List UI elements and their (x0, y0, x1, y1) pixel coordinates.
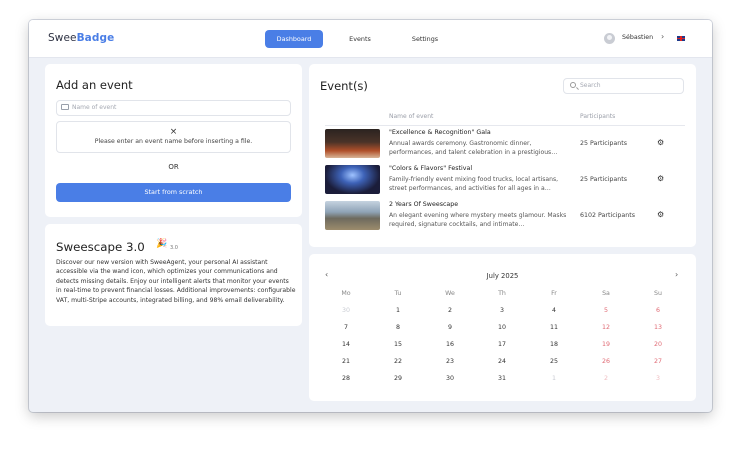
calendar-month-label: July 2025 (486, 272, 519, 280)
calendar-day[interactable]: 28 (331, 375, 361, 382)
calendar-day[interactable]: 17 (487, 341, 517, 348)
image-icon (61, 104, 69, 110)
events-card: Event(s) Search Name of event Participan… (309, 64, 696, 247)
app-logo[interactable]: SweeBadge (48, 32, 114, 44)
party-popper-icon: 🎉 (156, 239, 168, 249)
or-divider: OR (168, 163, 179, 171)
calendar-day[interactable]: 7 (331, 324, 361, 331)
top-navigation-bar: SweeBadge Dashboard Events Settings Séba… (29, 20, 712, 58)
column-header-participants: Participants (580, 113, 616, 120)
calendar-day[interactable]: 27 (643, 358, 673, 365)
release-version: 3.0 (170, 245, 178, 251)
festival-photo (325, 165, 380, 194)
calendar-day[interactable]: 13 (643, 324, 673, 331)
calendar-day[interactable]: 25 (539, 358, 569, 365)
anniversary-photo (325, 201, 380, 230)
event-description: Annual awards ceremony. Gastronomic dinn… (389, 140, 558, 157)
events-title: Event(s) (320, 79, 368, 93)
start-from-scratch-button[interactable]: Start from scratch (56, 183, 291, 202)
weekday-header: Tu (394, 290, 402, 297)
weekday-header: Th (498, 290, 506, 297)
event-participants: 25 Participants (580, 176, 628, 183)
calendar-day[interactable]: 18 (539, 341, 569, 348)
nav-settings[interactable]: Settings (404, 30, 446, 48)
event-name: "Colors & Flavors" Festival (389, 165, 473, 172)
file-dropzone[interactable]: × Please enter an event name before inse… (56, 121, 291, 153)
weekday-header: Fr (551, 290, 557, 297)
calendar-day[interactable]: 14 (331, 341, 361, 348)
calendar-day[interactable]: 19 (591, 341, 621, 348)
search-input[interactable]: Search (563, 78, 684, 94)
calendar-day[interactable]: 23 (435, 358, 465, 365)
release-description: Discover our new version with SweeAgent,… (56, 259, 296, 304)
calendar-day[interactable]: 3 (643, 375, 673, 382)
calendar-day[interactable]: 2 (435, 307, 465, 314)
calendar-day[interactable]: 6 (643, 307, 673, 314)
logo-text-plain: Swee (48, 32, 77, 44)
calendar-day[interactable]: 22 (383, 358, 413, 365)
dropzone-message: Please enter an event name before insert… (94, 138, 253, 145)
calendar-day[interactable]: 10 (487, 324, 517, 331)
calendar-day[interactable]: 5 (591, 307, 621, 314)
chevron-right-icon[interactable]: › (661, 32, 664, 41)
release-title: Sweescape 3.0 (56, 240, 145, 254)
column-header-name: Name of event (389, 113, 434, 120)
calendar-day[interactable]: 26 (591, 358, 621, 365)
calendar-day[interactable]: 16 (435, 341, 465, 348)
calendar-day[interactable]: 30 (435, 375, 465, 382)
calendar-day[interactable]: 4 (539, 307, 569, 314)
calendar-day[interactable]: 21 (331, 358, 361, 365)
calendar-day[interactable]: 29 (383, 375, 413, 382)
calendar-day[interactable]: 20 (643, 341, 673, 348)
event-description: Family-friendly event mixing food trucks… (389, 176, 559, 193)
nav-dashboard[interactable]: Dashboard (265, 30, 323, 48)
calendar-day[interactable]: 1 (539, 375, 569, 382)
add-event-card: Add an event Name of event × Please ente… (45, 64, 302, 217)
event-name: 2 Years Of Sweescape (389, 201, 459, 208)
calendar-card: ‹ July 2025 › Mo Tu We Th Fr Sa Su 30 1 2 3 4 5 6 7 8 9 1… (309, 254, 696, 401)
close-icon: × (169, 127, 178, 137)
app-window: SweeBadge Dashboard Events Settings Séba… (29, 20, 712, 412)
calendar-day[interactable]: 9 (435, 324, 465, 331)
event-participants: 6102 Participants (580, 212, 636, 219)
calendar-day[interactable]: 24 (487, 358, 517, 365)
calendar-day[interactable]: 1 (383, 307, 413, 314)
calendar-day[interactable]: 31 (487, 375, 517, 382)
next-month-button[interactable]: › (675, 270, 678, 279)
calendar-day[interactable]: 3 (487, 307, 517, 314)
event-name: "Excellence & Recognition" Gala (389, 129, 491, 136)
calendar-day[interactable]: 11 (539, 324, 569, 331)
calendar-day[interactable]: 15 (383, 341, 413, 348)
weekday-header: Sa (602, 290, 610, 297)
nav-events[interactable]: Events (341, 30, 379, 48)
user-name[interactable]: Sébastien (622, 34, 653, 41)
calendar-day[interactable]: 12 (591, 324, 621, 331)
user-avatar[interactable] (604, 33, 615, 44)
event-description: An elegant evening where mystery meets g… (389, 212, 567, 229)
gear-icon[interactable]: ⚙ (657, 174, 664, 183)
calendar-day[interactable]: 30 (331, 307, 361, 314)
search-placeholder: Search (580, 82, 601, 89)
calendar-day[interactable]: 2 (591, 375, 621, 382)
event-participants: 25 Participants (580, 140, 628, 147)
add-event-title: Add an event (56, 78, 133, 92)
header-divider (325, 125, 685, 126)
uk-flag-icon[interactable] (677, 36, 685, 41)
gear-icon[interactable]: ⚙ (657, 210, 664, 219)
calendar-day[interactable]: 8 (383, 324, 413, 331)
release-notes-card: Sweescape 3.0 🎉 3.0 Discover our new ver… (45, 224, 302, 326)
event-name-input[interactable]: Name of event (56, 100, 291, 116)
weekday-header: We (445, 290, 455, 297)
weekday-header: Mo (341, 290, 351, 297)
event-name-placeholder: Name of event (72, 104, 117, 111)
search-icon (570, 82, 576, 88)
weekday-header: Su (654, 290, 662, 297)
gear-icon[interactable]: ⚙ (657, 138, 664, 147)
gala-photo (325, 129, 380, 158)
logo-text-accent: Badge (76, 32, 115, 44)
